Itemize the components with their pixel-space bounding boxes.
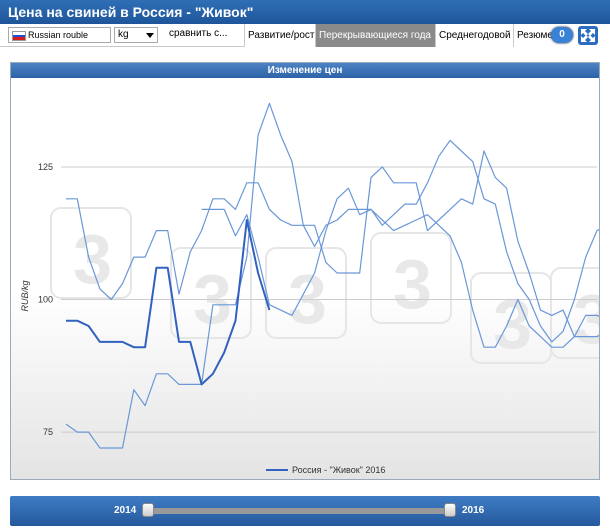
tab-annual-average[interactable]: Среднегодовой <box>435 24 514 47</box>
price-chart: 333333 75 100 125 RUB/kg Россия - "Живок" … <box>20 102 599 475</box>
slider-end-label: 2016 <box>462 505 485 516</box>
y-axis-label: RUB/kg <box>20 280 30 311</box>
flag-stripe-3 <box>13 37 25 40</box>
series-line-2 <box>65 102 599 449</box>
unit-select[interactable]: kg <box>114 27 158 43</box>
unit-label: kg <box>118 29 129 40</box>
chart-title: Изменение цен <box>11 63 599 78</box>
watermark-glyph: 3 <box>288 260 327 338</box>
y-tick-label: 75 <box>43 427 53 437</box>
tab-growth[interactable]: Развитие/рост <box>244 24 318 47</box>
legend: Россия - "Живок" 2016 <box>266 465 385 475</box>
chevron-down-icon <box>146 33 154 38</box>
year-range-slider[interactable]: 2014 2016 <box>10 496 600 526</box>
series-layer <box>65 102 599 449</box>
y-ticks-layer: 75 100 125 <box>38 162 53 437</box>
count-badge[interactable]: 0 <box>551 27 573 43</box>
window-title: Цена на свиней в Россия - "Живок" <box>0 0 610 24</box>
watermark-layer: 333333 <box>50 207 599 364</box>
y-tick-label: 125 <box>38 162 53 172</box>
russia-flag-icon <box>12 31 26 41</box>
currency-label: Russian rouble <box>28 30 89 40</box>
slider-track[interactable] <box>148 508 450 514</box>
slider-start-label: 2014 <box>114 505 137 516</box>
expand-arrows-icon[interactable] <box>578 26 598 45</box>
toolbar: Russian rouble kg сравнить с... Развитие… <box>0 24 610 47</box>
watermark-glyph: 3 <box>493 285 532 363</box>
slider-end-handle[interactable] <box>444 503 456 517</box>
tab-overlapping-years[interactable]: Перекрывающиеся года <box>315 24 435 47</box>
chart-panel: Изменение цен 333333 75 100 125 RUB/kg Рос… <box>10 62 600 480</box>
y-tick-label: 100 <box>38 295 53 305</box>
legend-label: Россия - "Живок" 2016 <box>292 465 385 475</box>
compare-link[interactable]: сравнить с... <box>169 28 227 39</box>
watermark-glyph: 3 <box>73 220 112 298</box>
watermark-glyph: 3 <box>193 260 232 338</box>
slider-start-handle[interactable] <box>142 503 154 517</box>
watermark-glyph: 3 <box>393 245 432 323</box>
grid-layer <box>61 166 597 433</box>
